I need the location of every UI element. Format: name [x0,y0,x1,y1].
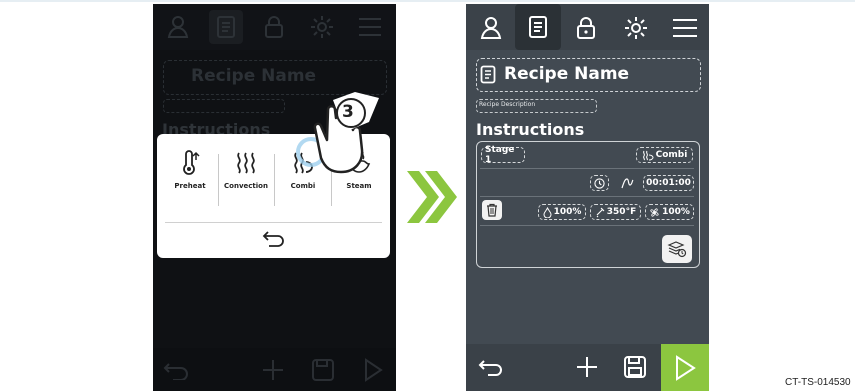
recipe-description-label: Recipe Description [479,101,536,108]
thermometer-icon [183,150,200,175]
back-arrow-icon [262,231,284,247]
stage-mode-chip[interactable]: Combi [636,147,693,163]
brightness-icon[interactable] [305,10,339,44]
layers-clock-icon [667,241,687,258]
save-icon [312,359,334,381]
divider [480,196,694,197]
option-convection[interactable]: Convection [217,150,275,210]
left-nav-bar [153,4,396,50]
top-divider [0,0,855,2]
stage-mode: Combi [655,150,688,160]
right-nav-bar [466,4,709,50]
timer-mode-button[interactable] [590,175,609,191]
probe-icon[interactable] [620,177,634,189]
divider [480,168,694,169]
start-button[interactable] [661,344,709,391]
fan-speed-chip[interactable]: 100% [645,204,694,220]
double-chevron-icon [407,171,457,223]
temperature-chip[interactable]: 350°F [590,204,641,220]
clock-icon [594,177,605,189]
fan-value: 100% [662,207,690,217]
brightness-icon[interactable] [613,5,659,51]
add-icon[interactable] [575,355,599,379]
fan-icon [650,207,659,217]
user-icon[interactable] [161,10,195,44]
option-label: Steam [346,182,372,190]
humidity-chip[interactable]: 100% [538,204,586,220]
delete-stage-button[interactable] [482,200,502,220]
divider [480,225,694,226]
save-icon[interactable] [623,355,647,379]
humidity-value: 100% [553,207,582,217]
left-bottom-bar [153,348,396,391]
temperature-probe-icon [596,207,605,217]
recipe-book-icon[interactable] [209,10,243,44]
add-icon [263,360,283,380]
play-icon [676,354,696,381]
convection-waves-icon [237,152,255,174]
recipe-book-icon [480,65,496,84]
temperature-value: 350°F [606,207,637,217]
back-icon[interactable] [478,357,504,377]
figure-code: CT-TS-014530 [785,377,851,388]
option-preheat[interactable]: Preheat [161,150,219,210]
recipe-description-field [163,99,285,113]
stage-time-chip[interactable]: 00:01:00 [643,175,694,191]
combi-icon [642,150,654,160]
instructions-heading: Instructions [476,120,585,139]
stage-time: 00:01:00 [646,178,691,188]
trash-icon [487,203,497,217]
stage-name: Stage 1 [485,145,515,165]
option-label: Convection [224,182,268,190]
popup-back-button[interactable] [165,222,382,253]
lock-icon[interactable] [563,5,609,51]
play-icon [365,358,383,382]
menu-icon[interactable] [353,10,387,44]
recipe-book-icon[interactable] [515,4,561,50]
hand-pointer-icon: 3 [283,80,383,180]
back-icon [163,363,188,380]
option-label: Preheat [174,182,206,190]
water-drop-icon [543,206,552,218]
stage-settings-button[interactable] [662,235,692,263]
right-screen: Recipe Name Recipe Description Instructi… [466,4,709,391]
step-number: 3 [342,102,354,122]
lock-icon[interactable] [257,10,291,44]
recipe-name: Recipe Name [504,64,630,84]
menu-icon[interactable] [662,5,708,51]
user-icon[interactable] [468,5,514,51]
option-label: Combi [290,182,316,190]
stage-name-chip[interactable]: Stage 1 [481,145,525,165]
